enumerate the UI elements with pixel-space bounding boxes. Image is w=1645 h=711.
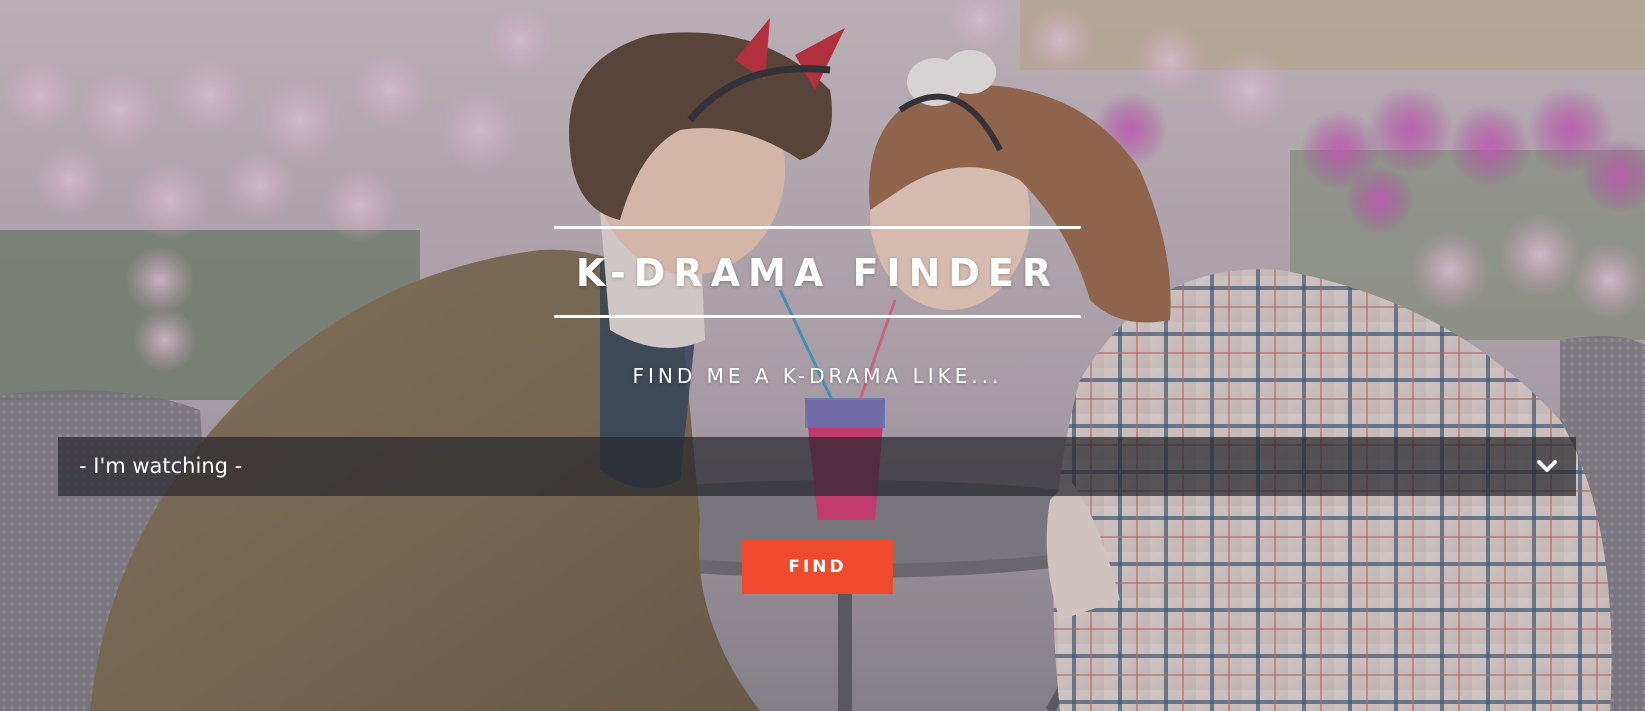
hero-background-image	[0, 0, 1645, 711]
tagline: FIND ME A K-DRAMA LIKE...	[632, 364, 1003, 388]
hero-section: K-DRAMA FINDER FIND ME A K-DRAMA LIKE...…	[0, 0, 1645, 711]
chevron-down-icon	[1537, 460, 1557, 472]
title-bottom-rule	[554, 315, 1081, 318]
title-top-rule	[554, 226, 1081, 229]
site-title: K-DRAMA FINDER	[575, 251, 1060, 295]
drama-select-value: - I'm watching -	[79, 454, 243, 478]
drama-select-dropdown[interactable]: - I'm watching -	[58, 437, 1576, 496]
find-button[interactable]: FIND	[742, 540, 893, 594]
